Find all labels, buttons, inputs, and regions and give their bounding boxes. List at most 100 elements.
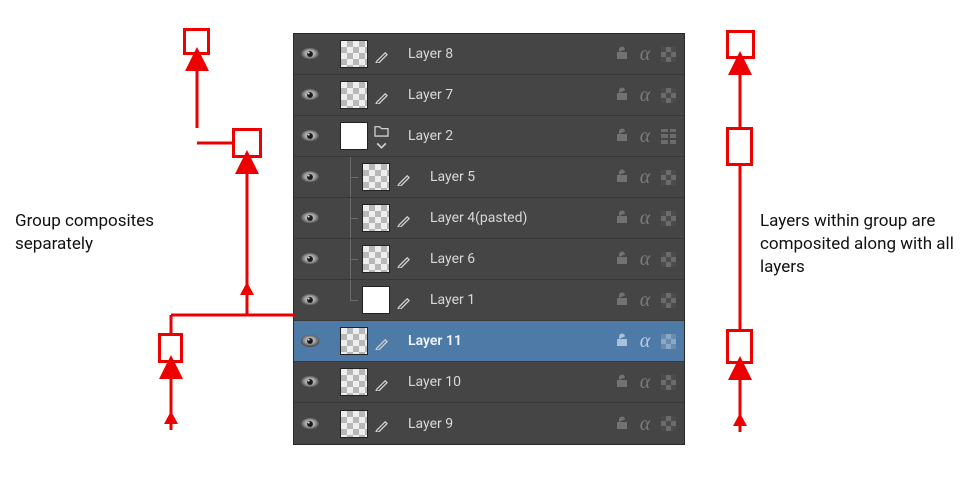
layer-thumbnail[interactable] (362, 163, 390, 191)
layer-thumbnail[interactable] (340, 410, 368, 438)
alpha-icon[interactable]: α (636, 414, 654, 434)
lock-icon[interactable] (613, 85, 629, 105)
lock-icon[interactable] (613, 249, 629, 269)
lock-alpha-icon[interactable] (661, 170, 676, 185)
layer-mode-icon (368, 333, 394, 350)
visibility-eye-icon[interactable] (294, 125, 326, 147)
layer-mode-icon (390, 169, 416, 186)
lock-icon[interactable] (613, 414, 629, 434)
layer-name[interactable]: Layer 7 (394, 87, 613, 103)
diagram-box-left-mid (232, 128, 262, 158)
visibility-eye-icon[interactable] (294, 330, 326, 352)
visibility-eye-icon[interactable] (294, 43, 326, 65)
layer-thumbnail[interactable] (340, 122, 368, 150)
visibility-eye-icon[interactable] (294, 289, 326, 311)
layer-row[interactable]: Layer 4(pasted) α (294, 198, 684, 239)
layer-thumbnail[interactable] (362, 286, 390, 314)
lock-icon[interactable] (613, 167, 629, 187)
visibility-eye-icon[interactable] (294, 166, 326, 188)
diagram-box-left-small (158, 333, 183, 363)
layer-row[interactable]: Layer 1 α (294, 280, 684, 321)
diagram-box-right-low (726, 329, 753, 364)
layer-mode-icon (390, 210, 416, 227)
alpha-icon[interactable]: α (636, 167, 654, 187)
layer-thumbnail[interactable] (340, 327, 368, 355)
lock-alpha-icon[interactable] (661, 293, 676, 308)
layer-name[interactable]: Layer 6 (416, 251, 613, 267)
visibility-eye-icon[interactable] (294, 84, 326, 106)
layer-row[interactable]: Layer 8 α (294, 34, 684, 75)
lock-alpha-icon[interactable] (661, 211, 676, 226)
visibility-eye-icon[interactable] (294, 413, 326, 435)
layer-mode-icon (368, 87, 394, 104)
layer-name[interactable]: Layer 8 (394, 46, 613, 62)
alpha-icon[interactable]: α (636, 372, 654, 392)
layer-attribute-icons: α (613, 126, 684, 146)
lock-alpha-icon[interactable] (661, 334, 676, 349)
layer-row[interactable]: Layer 11 α (294, 321, 684, 362)
layer-thumbnail[interactable] (362, 204, 390, 232)
layer-name[interactable]: Layer 9 (394, 416, 613, 432)
diagram-box-left-top (183, 28, 210, 55)
tree-indent-icon (340, 198, 362, 238)
layer-mode-icon (368, 415, 394, 432)
layer-attribute-icons: α (613, 290, 684, 310)
layer-attribute-icons: α (613, 44, 684, 64)
layer-thumbnail[interactable] (340, 81, 368, 109)
lock-icon[interactable] (613, 44, 629, 64)
layer-name[interactable]: Layer 1 (416, 292, 613, 308)
lock-alpha-icon[interactable] (661, 47, 676, 62)
lock-icon[interactable] (613, 331, 629, 351)
lock-alpha-icon[interactable] (661, 375, 676, 390)
layer-mode-icon (390, 292, 416, 309)
lock-icon[interactable] (613, 126, 629, 146)
alpha-icon[interactable]: α (636, 208, 654, 228)
pass-through-icon[interactable] (661, 129, 676, 144)
layer-thumbnail[interactable] (340, 368, 368, 396)
layer-row[interactable]: Layer 2 α (294, 116, 684, 157)
layer-attribute-icons: α (613, 208, 684, 228)
layer-thumbnail[interactable] (362, 245, 390, 273)
layer-row[interactable]: Layer 9 α (294, 403, 684, 444)
lock-alpha-icon[interactable] (661, 416, 676, 431)
layer-attribute-icons: α (613, 249, 684, 269)
lock-alpha-icon[interactable] (661, 88, 676, 103)
layer-attribute-icons: α (613, 414, 684, 434)
lock-icon[interactable] (613, 290, 629, 310)
right-annotation-text: Layers within group are composited along… (760, 210, 960, 279)
layer-mode-icon (368, 374, 394, 391)
layer-row[interactable]: Layer 7 α (294, 75, 684, 116)
lock-alpha-icon[interactable] (661, 252, 676, 267)
lock-icon[interactable] (613, 372, 629, 392)
layer-row[interactable]: Layer 6 α (294, 239, 684, 280)
layer-mode-icon (368, 46, 394, 63)
layer-row[interactable]: Layer 5 α (294, 157, 684, 198)
visibility-eye-icon[interactable] (294, 248, 326, 270)
folder-icon (368, 120, 394, 152)
layer-attribute-icons: α (613, 167, 684, 187)
alpha-icon[interactable]: α (636, 290, 654, 310)
alpha-icon[interactable]: α (636, 126, 654, 146)
tree-indent-icon (340, 157, 362, 197)
layer-name[interactable]: Layer 11 (394, 333, 613, 349)
alpha-icon[interactable]: α (636, 331, 654, 351)
layer-name[interactable]: Layer 2 (394, 128, 613, 144)
layer-row[interactable]: Layer 10 α (294, 362, 684, 403)
layer-name[interactable]: Layer 4(pasted) (416, 210, 613, 226)
visibility-eye-icon[interactable] (294, 207, 326, 229)
alpha-icon[interactable]: α (636, 44, 654, 64)
diagram-box-right-top (726, 30, 755, 59)
tree-indent-icon (340, 280, 362, 320)
alpha-icon[interactable]: α (636, 85, 654, 105)
layer-attribute-icons: α (613, 372, 684, 392)
layers-panel: Layer 8αLayer 7αLayer 2αLayer 5αLayer 4(… (293, 33, 685, 445)
lock-icon[interactable] (613, 208, 629, 228)
layer-attribute-icons: α (613, 85, 684, 105)
visibility-eye-icon[interactable] (294, 371, 326, 393)
layer-name[interactable]: Layer 10 (394, 374, 613, 390)
tree-indent-icon (340, 239, 362, 279)
layer-name[interactable]: Layer 5 (416, 169, 613, 185)
layer-thumbnail[interactable] (340, 40, 368, 68)
alpha-icon[interactable]: α (636, 249, 654, 269)
layer-attribute-icons: α (613, 331, 684, 351)
